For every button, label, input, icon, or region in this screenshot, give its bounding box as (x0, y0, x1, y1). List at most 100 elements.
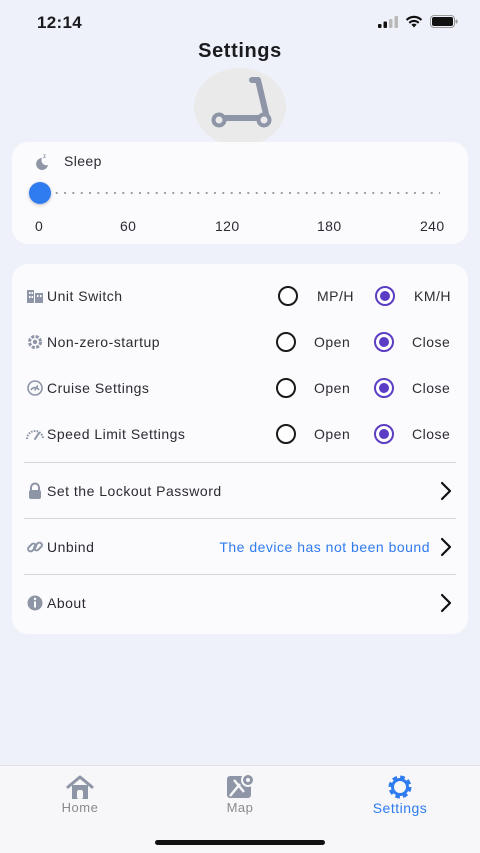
slider-dot (230, 191, 233, 195)
slider-dot (130, 191, 133, 195)
slider-dot (163, 191, 167, 195)
cruise-open-radio[interactable] (276, 378, 296, 398)
sleep-tick-label: 240 (420, 218, 445, 234)
map-icon (227, 773, 255, 798)
slider-dot (338, 191, 342, 195)
slider-dot (88, 191, 92, 195)
tab-settings[interactable]: Settings (320, 766, 480, 826)
speed-limit-label: Speed Limit Settings (47, 426, 186, 442)
settings-card: Unit Switch MP/H KM/H Non-zero-startup O… (12, 264, 468, 634)
slider-dot (322, 191, 325, 195)
unbind-label: Unbind (47, 539, 95, 555)
non-zero-startup-close-label: Close (412, 334, 451, 350)
slider-dot (305, 191, 308, 195)
about-row[interactable]: About (12, 583, 468, 623)
chevron-right-icon (440, 593, 452, 613)
unit-mph-radio[interactable] (278, 286, 298, 306)
slider-dot (222, 191, 225, 195)
speedometer-icon (25, 424, 45, 444)
slider-dot (430, 191, 433, 195)
divider (24, 462, 456, 463)
slider-dot (63, 191, 67, 195)
speed-limit-open-label: Open (314, 426, 351, 442)
lockout-password-label: Set the Lockout Password (47, 483, 222, 499)
status-icons (378, 15, 458, 28)
tab-settings-label: Settings (372, 800, 428, 816)
slider-dot (138, 191, 142, 195)
unit-switch-row: Unit Switch MP/H KM/H (12, 276, 468, 316)
slider-dot (355, 191, 358, 195)
non-zero-startup-close-radio[interactable] (374, 332, 394, 352)
slider-dot (255, 191, 258, 195)
wifi-icon (405, 15, 423, 28)
slider-dot (363, 191, 367, 195)
divider (24, 574, 456, 575)
unbind-row[interactable]: Unbind The device has not been bound (12, 527, 468, 567)
slider-dot (297, 191, 300, 195)
unit-switch-label: Unit Switch (47, 288, 123, 304)
tab-home[interactable]: Home (0, 766, 160, 826)
gear-icon (388, 775, 412, 799)
about-label: About (47, 595, 87, 611)
non-zero-startup-open-radio[interactable] (276, 332, 296, 352)
unit-kmh-radio[interactable] (375, 286, 395, 306)
chevron-right-icon (440, 537, 452, 557)
cruise-close-radio[interactable] (374, 378, 394, 398)
sleep-tick-label: 120 (215, 218, 240, 234)
sleep-slider-thumb[interactable] (29, 182, 51, 204)
gear-icon (25, 332, 45, 352)
slider-dot (280, 191, 283, 195)
slider-dot (330, 191, 333, 195)
slider-dot (247, 191, 250, 195)
chevron-right-icon (440, 481, 452, 501)
slider-dot (263, 191, 267, 195)
home-icon (66, 775, 94, 799)
slider-dot (388, 191, 392, 195)
slider-dot (397, 191, 400, 195)
scooter-image (194, 68, 286, 146)
info-icon (25, 593, 45, 613)
lockout-password-row[interactable]: Set the Lockout Password (12, 471, 468, 511)
sleep-slider-track[interactable] (40, 191, 440, 195)
unbind-status: The device has not been bound (219, 539, 430, 555)
speed-limit-close-label: Close (412, 426, 451, 442)
slider-dot (288, 191, 292, 195)
slider-dot (380, 191, 383, 195)
non-zero-startup-row: Non-zero-startup Open Close (12, 322, 468, 362)
slider-dot (413, 191, 417, 195)
unit-kmh-label: KM/H (414, 288, 451, 304)
link-icon (25, 537, 45, 557)
status-bar: 12:14 (0, 0, 480, 44)
speed-limit-close-radio[interactable] (374, 424, 394, 444)
slider-dot (172, 191, 175, 195)
non-zero-startup-open-label: Open (314, 334, 351, 350)
slider-dot (372, 191, 375, 195)
battery-icon (430, 15, 458, 28)
non-zero-startup-label: Non-zero-startup (47, 334, 161, 350)
sleep-tick-label: 60 (120, 218, 137, 234)
sleep-tick-label: 180 (317, 218, 342, 234)
signal-icon (378, 15, 398, 28)
tab-map-label: Map (226, 800, 254, 815)
slider-dot (113, 191, 117, 195)
cruise-close-label: Close (412, 380, 451, 396)
slider-dot (438, 191, 440, 195)
cruise-icon (25, 378, 45, 398)
slider-dot (188, 191, 192, 195)
speed-limit-open-radio[interactable] (276, 424, 296, 444)
slider-dot (147, 191, 150, 195)
slider-dot (97, 191, 100, 195)
slider-dot (80, 191, 83, 195)
slider-dot (155, 191, 158, 195)
slider-dot (347, 191, 350, 195)
tab-map[interactable]: Map (160, 766, 320, 826)
moon-icon: z (36, 154, 48, 170)
slider-dot (55, 191, 58, 195)
sleep-label: Sleep (64, 153, 102, 169)
cruise-open-label: Open (314, 380, 351, 396)
slider-dot (122, 191, 125, 195)
divider (24, 518, 456, 519)
svg-text:z: z (43, 154, 46, 160)
unit-mph-label: MP/H (317, 288, 354, 304)
cruise-settings-row: Cruise Settings Open Close (12, 368, 468, 408)
